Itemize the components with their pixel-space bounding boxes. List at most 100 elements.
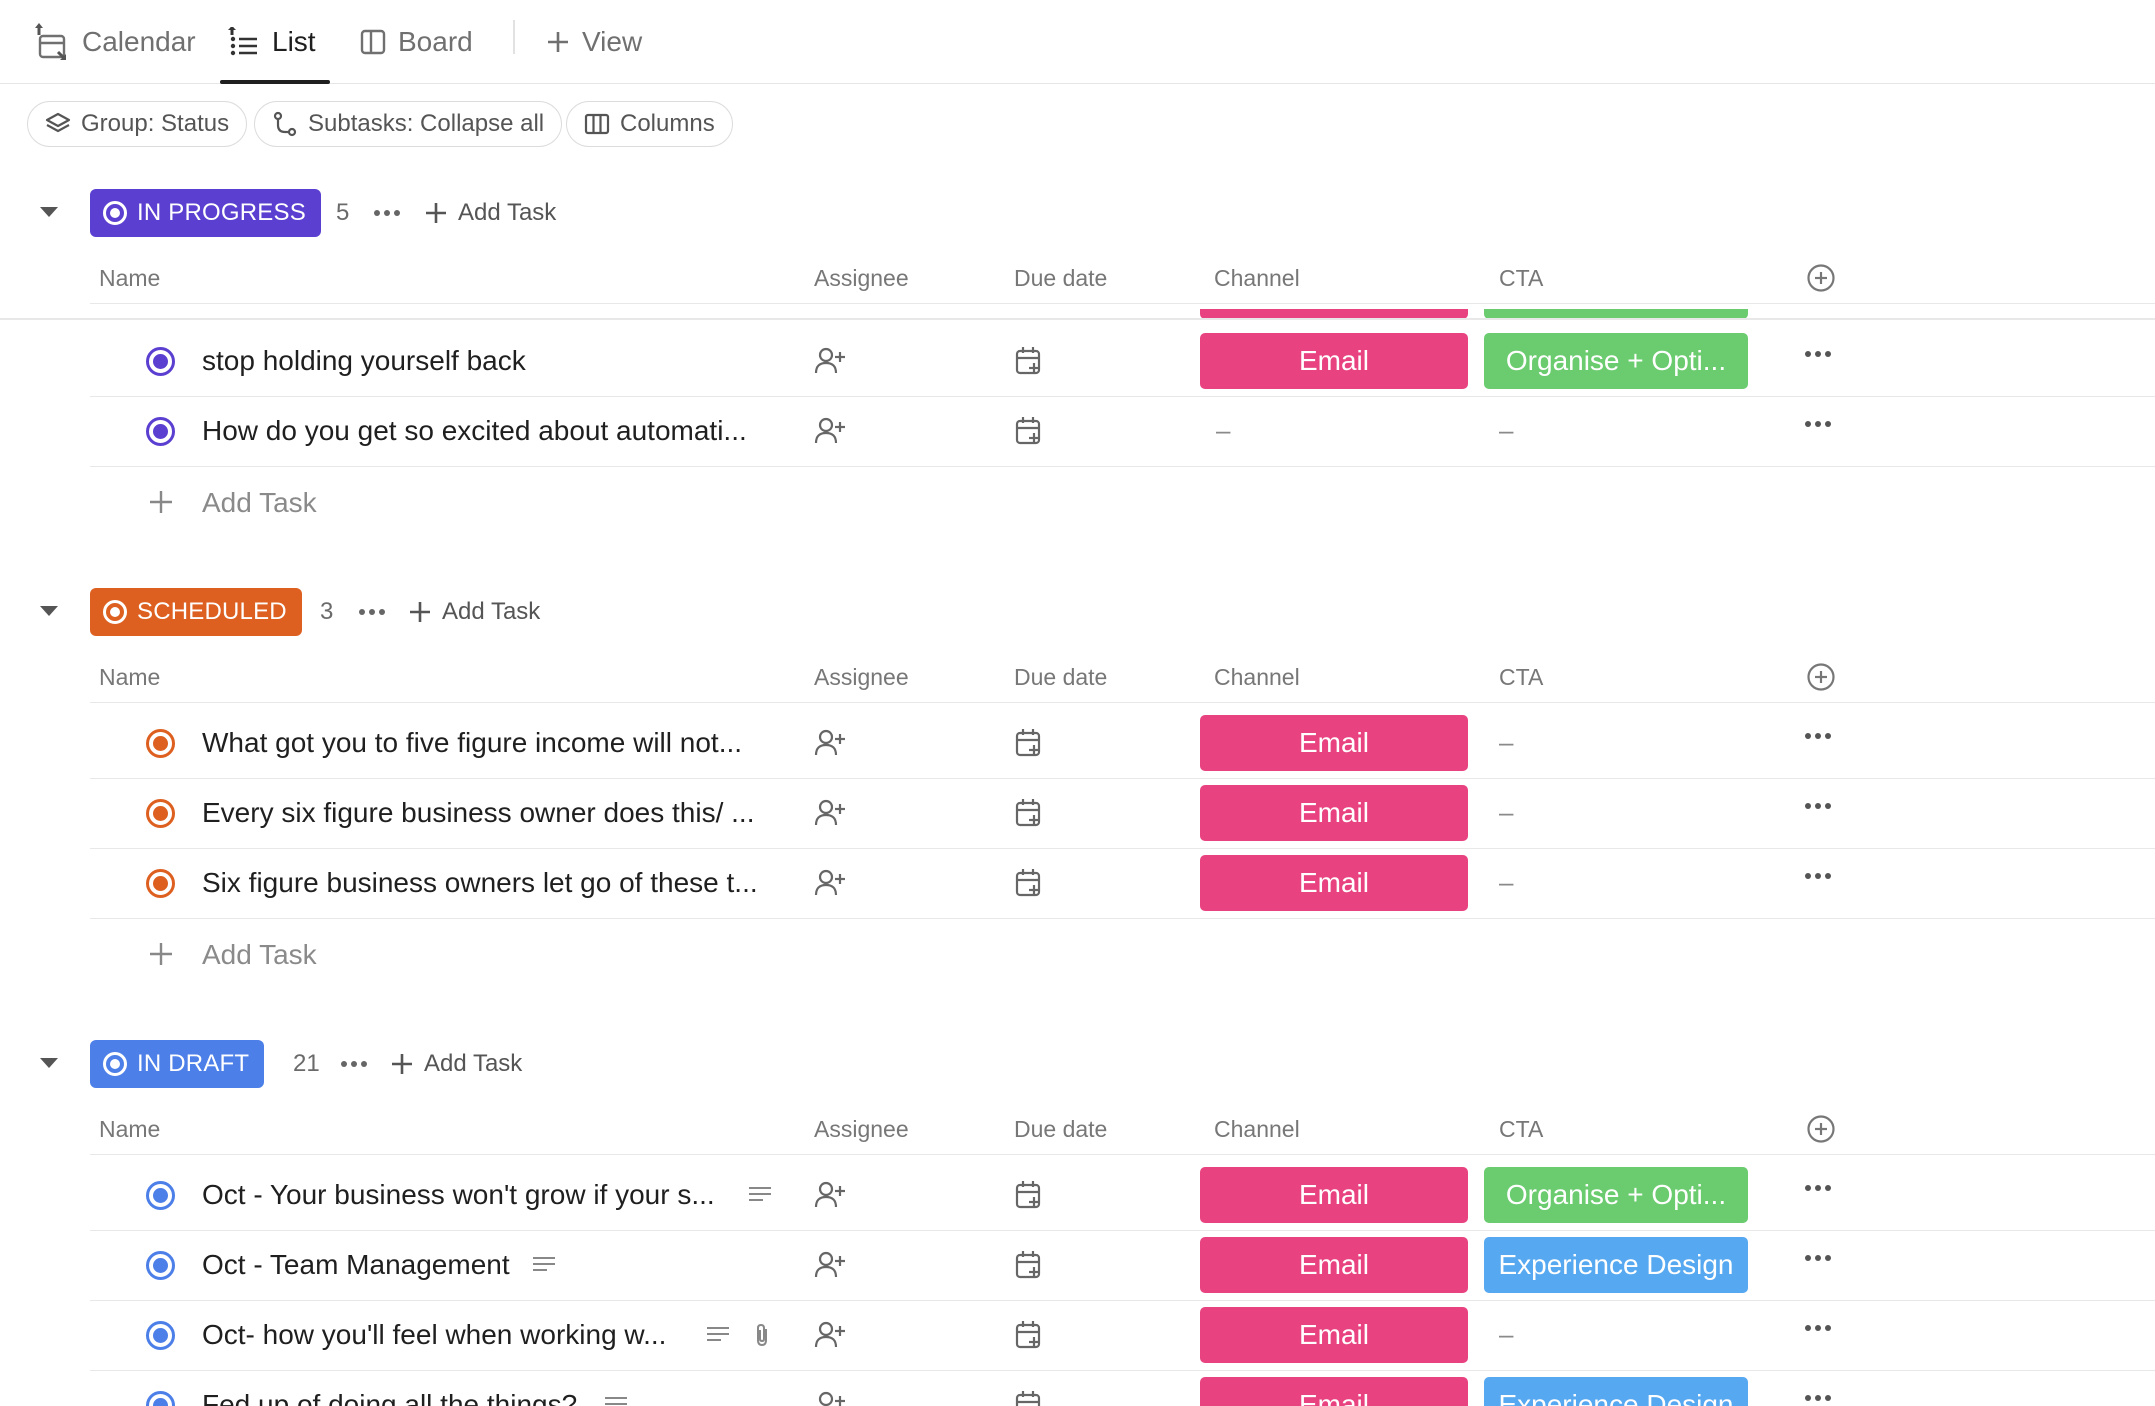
more-icon[interactable] (1804, 350, 1832, 358)
more-icon[interactable] (358, 588, 386, 636)
more-icon[interactable] (1804, 1184, 1832, 1192)
add-view-button[interactable]: View (546, 0, 642, 83)
channel-pill[interactable]: Email (1200, 1307, 1468, 1363)
column-name[interactable]: Name (99, 265, 160, 292)
column-cta[interactable]: CTA (1499, 265, 1543, 292)
tab-calendar[interactable]: Calendar (34, 0, 196, 83)
channel-pill[interactable]: Email (1200, 715, 1468, 771)
more-icon[interactable] (1804, 1324, 1832, 1332)
add-date-icon[interactable] (1014, 1179, 1044, 1211)
task-status-icon[interactable] (146, 1321, 175, 1350)
cta-empty[interactable]: – (1499, 778, 1513, 848)
cta-empty[interactable]: – (1499, 1300, 1513, 1370)
caret-down-icon[interactable] (38, 205, 60, 219)
task-status-icon[interactable] (146, 1251, 175, 1280)
table-row[interactable]: Oct- how you'll feel when working w... E… (90, 1300, 2155, 1371)
columns-button[interactable]: Columns (566, 101, 733, 147)
task-name[interactable]: Six figure business owners let go of the… (202, 848, 758, 918)
channel-pill[interactable]: Email (1200, 333, 1468, 389)
column-cta[interactable]: CTA (1499, 1116, 1543, 1143)
more-icon[interactable] (1804, 420, 1832, 428)
caret-down-icon[interactable] (38, 604, 60, 618)
more-icon[interactable] (1804, 802, 1832, 810)
task-name[interactable]: Oct - Team Management (202, 1230, 510, 1300)
group-add-task-button[interactable]: Add Task (390, 1040, 522, 1088)
add-date-icon[interactable] (1014, 1249, 1044, 1281)
add-assignee-icon[interactable] (814, 868, 846, 898)
task-status-icon[interactable] (146, 1391, 175, 1406)
add-date-icon[interactable] (1014, 867, 1044, 899)
channel-pill[interactable]: Email (1200, 1167, 1468, 1223)
group-add-task-button[interactable]: Add Task (424, 189, 556, 237)
add-date-icon[interactable] (1014, 1319, 1044, 1351)
column-assignee[interactable]: Assignee (814, 265, 909, 292)
task-name[interactable]: Oct- how you'll feel when working w... (202, 1300, 666, 1370)
channel-pill[interactable]: Email (1200, 855, 1468, 911)
cta-empty[interactable]: – (1499, 848, 1513, 918)
cta-empty[interactable]: – (1499, 708, 1513, 778)
add-date-icon[interactable] (1014, 1389, 1044, 1406)
cta-pill[interactable]: Organise + Opti... (1484, 333, 1748, 389)
add-column-icon[interactable] (1806, 662, 1836, 692)
add-assignee-icon[interactable] (814, 1390, 846, 1406)
table-row[interactable]: What got you to five figure income will … (90, 708, 2155, 779)
cta-pill[interactable]: Organise + Opti... (1484, 1167, 1748, 1223)
status-pill-scheduled[interactable]: SCHEDULED (90, 588, 302, 636)
channel-empty[interactable]: – (1216, 396, 1230, 466)
table-row[interactable]: stop holding yourself back Email Organis… (90, 326, 2155, 397)
task-status-icon[interactable] (146, 799, 175, 828)
column-due-date[interactable]: Due date (1014, 664, 1107, 691)
table-row[interactable]: Every six figure business owner does thi… (90, 778, 2155, 849)
column-assignee[interactable]: Assignee (814, 1116, 909, 1143)
table-row[interactable]: Six figure business owners let go of the… (90, 848, 2155, 919)
task-name[interactable]: stop holding yourself back (202, 326, 526, 396)
add-assignee-icon[interactable] (814, 798, 846, 828)
task-name[interactable]: Every six figure business owner does thi… (202, 778, 754, 848)
task-name[interactable]: How do you get so excited about automati… (202, 396, 747, 466)
more-icon[interactable] (1804, 1254, 1832, 1262)
column-channel[interactable]: Channel (1214, 664, 1300, 691)
add-column-icon[interactable] (1806, 263, 1836, 293)
add-assignee-icon[interactable] (814, 1180, 846, 1210)
add-task-row[interactable]: Add Task (90, 919, 890, 991)
table-row[interactable]: Fed up of doing all the things? Email Ex… (90, 1370, 2155, 1406)
more-icon[interactable] (1804, 732, 1832, 740)
channel-pill[interactable]: Email (1200, 1377, 1468, 1406)
column-assignee[interactable]: Assignee (814, 664, 909, 691)
table-row[interactable]: How do you get so excited about automati… (90, 396, 2155, 467)
subtasks-button[interactable]: Subtasks: Collapse all (254, 101, 563, 147)
add-column-icon[interactable] (1806, 1114, 1836, 1144)
column-name[interactable]: Name (99, 664, 160, 691)
group-by-button[interactable]: Group: Status (27, 101, 248, 147)
add-date-icon[interactable] (1014, 727, 1044, 759)
task-status-icon[interactable] (146, 1181, 175, 1210)
more-icon[interactable] (340, 1040, 368, 1088)
table-row[interactable]: Oct - Your business won't grow if your s… (90, 1160, 2155, 1231)
task-name[interactable]: What got you to five figure income will … (202, 708, 742, 778)
task-status-icon[interactable] (146, 729, 175, 758)
add-task-row[interactable]: Add Task (90, 467, 890, 539)
cta-pill[interactable]: Experience Design (1484, 1237, 1748, 1293)
add-assignee-icon[interactable] (814, 1250, 846, 1280)
column-name[interactable]: Name (99, 1116, 160, 1143)
tab-list[interactable]: List (220, 0, 330, 84)
more-icon[interactable] (1804, 1394, 1832, 1402)
more-icon[interactable] (373, 189, 401, 237)
column-channel[interactable]: Channel (1214, 1116, 1300, 1143)
column-due-date[interactable]: Due date (1014, 265, 1107, 292)
group-add-task-button[interactable]: Add Task (408, 588, 540, 636)
channel-pill[interactable]: Email (1200, 1237, 1468, 1293)
column-cta[interactable]: CTA (1499, 664, 1543, 691)
column-channel[interactable]: Channel (1214, 265, 1300, 292)
add-date-icon[interactable] (1014, 797, 1044, 829)
table-row[interactable]: Oct - Team Management Email Experience D… (90, 1230, 2155, 1301)
task-name[interactable]: Oct - Your business won't grow if your s… (202, 1160, 715, 1230)
tab-board[interactable]: Board (360, 0, 473, 83)
task-status-icon[interactable] (146, 869, 175, 898)
task-status-icon[interactable] (146, 347, 175, 376)
more-icon[interactable] (1804, 872, 1832, 880)
add-assignee-icon[interactable] (814, 1320, 846, 1350)
column-due-date[interactable]: Due date (1014, 1116, 1107, 1143)
caret-down-icon[interactable] (38, 1056, 60, 1070)
add-assignee-icon[interactable] (814, 346, 846, 376)
